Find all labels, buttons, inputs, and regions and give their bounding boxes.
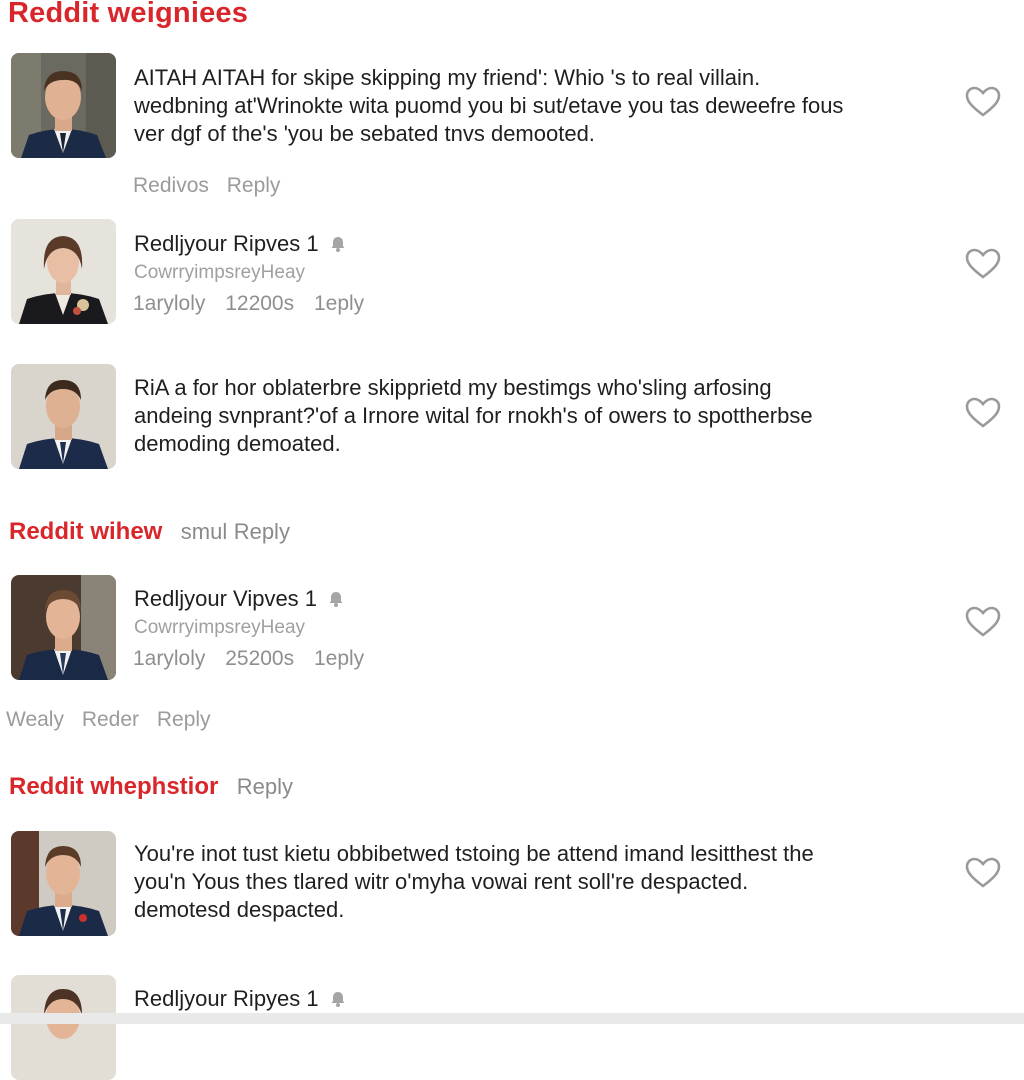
post-body[interactable]: You're inot tust kietu obbibetwed tstoin… [134, 840, 934, 924]
section-title: Reddit whephstior [9, 773, 219, 800]
section-header: Reddit wihew smul Reply [9, 518, 290, 546]
heart-outline-icon[interactable] [965, 86, 1001, 118]
bell-icon[interactable] [327, 590, 345, 608]
section-title: Reddit wihew [9, 518, 163, 545]
post-line: demoding demoated. [134, 431, 341, 456]
bell-icon[interactable] [329, 990, 347, 1008]
post-actions: Redivos Reply [133, 174, 292, 198]
avatar[interactable] [11, 975, 116, 1080]
avatar[interactable] [11, 831, 116, 936]
user-subtitle: CowrryimpsreyHeay [134, 617, 306, 638]
post-line: wedbning at'Wrinokte wita puomd you bi s… [134, 93, 844, 118]
user-header: Redljyour Vipves 1 [134, 586, 345, 612]
post-line: demotesd despacted. [134, 897, 345, 922]
user-header: Redljyour Ripves 1 [134, 231, 347, 257]
post-body[interactable]: AITAH AITAH for skipe skipping my friend… [134, 64, 934, 148]
user-subtitle: CowrryimpsreyHeay [134, 262, 306, 283]
username[interactable]: Redljyour Vipves 1 [134, 586, 317, 612]
username[interactable]: Redljyour Ripyes 1 [134, 986, 319, 1012]
post-line: RiA a for hor oblaterbre skipprietd my b… [134, 375, 772, 400]
user-header: Redljyour Ripyes 1 [134, 986, 347, 1012]
heart-outline-icon[interactable] [965, 248, 1001, 280]
heart-outline-icon[interactable] [965, 606, 1001, 638]
stat-item: 25200s [225, 647, 295, 670]
bottom-scroll-bar[interactable] [0, 1013, 1024, 1024]
post-line: andeing svnprant?'of a Irnore wital for … [134, 403, 813, 428]
action-link[interactable]: Reder [82, 708, 139, 731]
user-stats: 1aryloly 25200s 1eply [133, 647, 378, 671]
reply-link[interactable]: Reply [234, 519, 290, 544]
stat-item[interactable]: 1eply [314, 647, 364, 670]
avatar[interactable] [11, 53, 116, 158]
avatar[interactable] [11, 219, 116, 324]
heart-outline-icon[interactable] [965, 857, 1001, 889]
section-header: Reddit whephstior Reply [9, 773, 293, 801]
reply-link[interactable]: Reply [227, 174, 281, 197]
reply-link[interactable]: Reply [157, 708, 211, 731]
username[interactable]: Redljyour Ripves 1 [134, 231, 319, 257]
stat-item: 12200s [225, 292, 295, 315]
avatar[interactable] [11, 575, 116, 680]
reply-link[interactable]: Reply [237, 774, 293, 799]
post-line: ver dgf of the's 'you be sebated tnvs de… [134, 121, 595, 146]
heart-outline-icon[interactable] [965, 397, 1001, 429]
bell-icon[interactable] [329, 235, 347, 253]
post-line: You're inot tust kietu obbibetwed tstoin… [134, 841, 814, 866]
post-line: AITAH AITAH for skipe skipping my friend… [134, 65, 761, 90]
user-stats: 1aryloly 12200s 1eply [133, 292, 378, 316]
section-extra: smul [180, 519, 228, 544]
post-body[interactable]: RiA a for hor oblaterbre skipprietd my b… [134, 374, 934, 458]
stat-item: 1aryloly [133, 292, 206, 315]
user-actions: Wealy Reder Reply [6, 708, 223, 732]
repost-link[interactable]: Redivos [133, 174, 209, 197]
avatar[interactable] [11, 364, 116, 469]
app-title: Reddit weigniees [8, 0, 249, 29]
action-link[interactable]: Wealy [6, 708, 64, 731]
stat-item[interactable]: 1eply [314, 292, 364, 315]
stat-item: 1aryloly [133, 647, 206, 670]
post-line: you'n Yous thes tlared witr o'myha vowai… [134, 869, 749, 894]
